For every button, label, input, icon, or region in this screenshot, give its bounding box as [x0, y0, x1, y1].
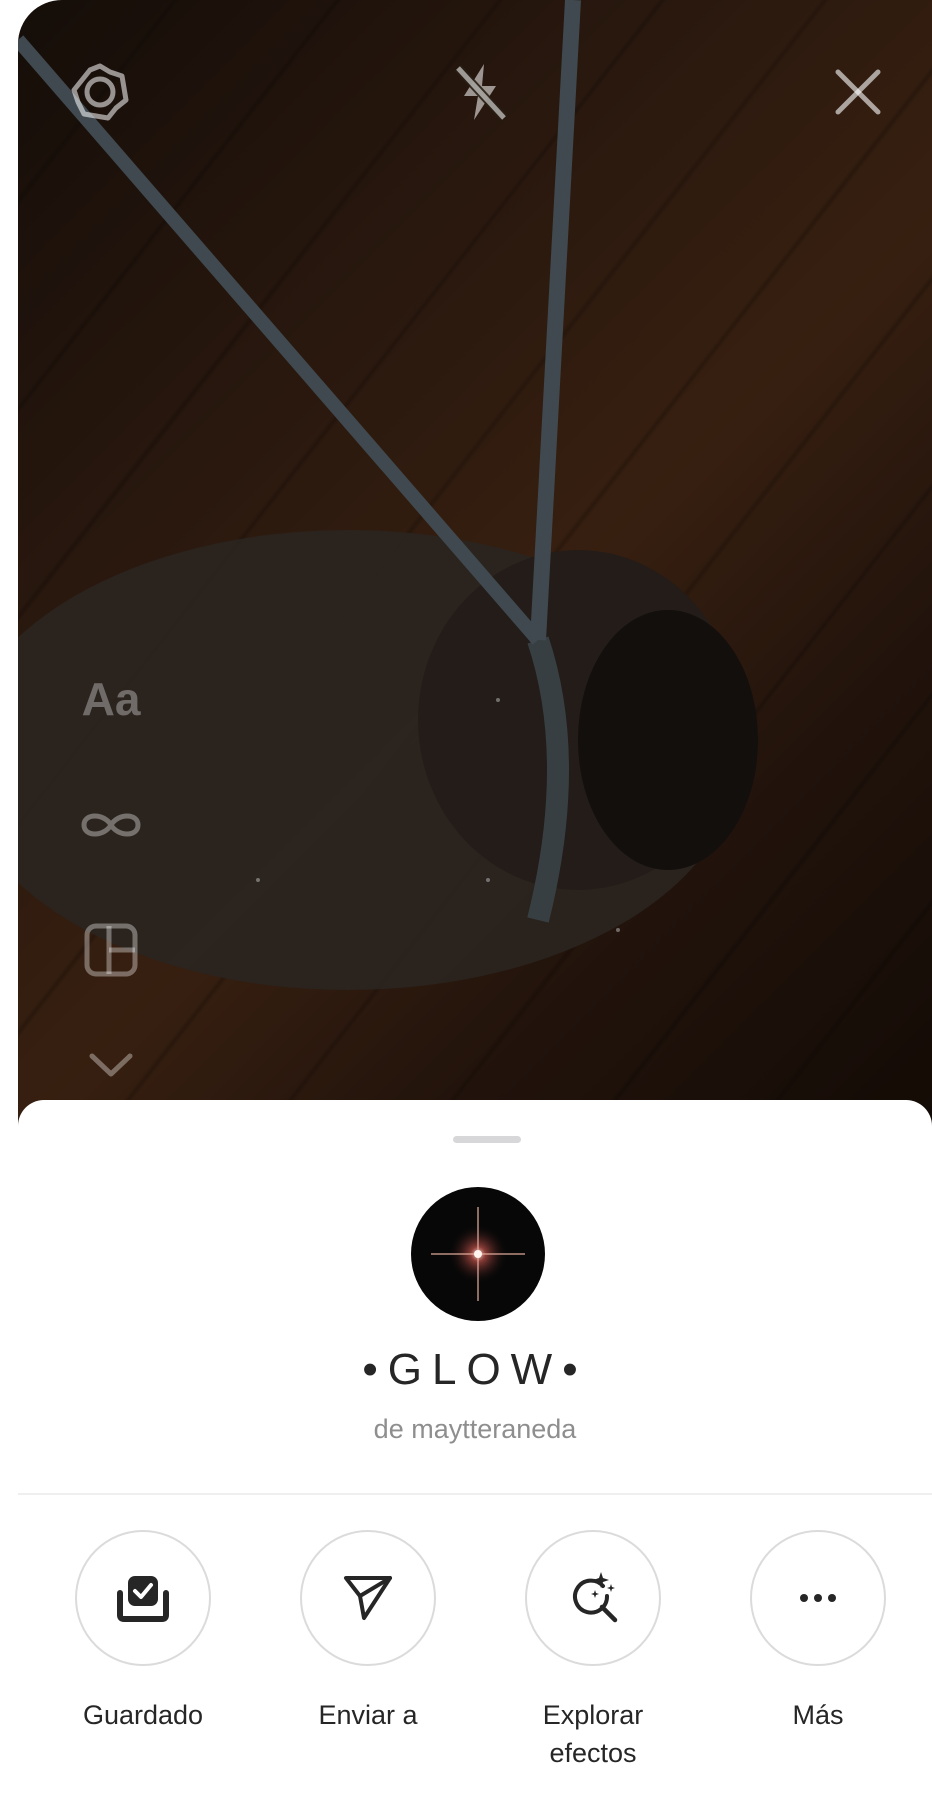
boomerang-tool-button[interactable]: [66, 790, 156, 860]
more-dots-icon: [800, 1594, 836, 1602]
text-tool-button[interactable]: Aa: [66, 664, 156, 734]
saved-button-circle: [75, 1530, 211, 1666]
settings-button[interactable]: [60, 52, 140, 132]
saved-check-icon: [117, 1576, 169, 1622]
explore-effects-icon: [573, 1572, 618, 1623]
explore-effects-button[interactable]: Explorar efectos: [503, 1530, 683, 1772]
flash-button[interactable]: [440, 52, 520, 132]
text-tool-label: Aa: [81, 673, 141, 725]
effect-author[interactable]: de maytteraneda: [18, 1414, 932, 1445]
sheet-divider: [18, 1493, 932, 1495]
layout-tool-button[interactable]: [66, 915, 156, 985]
screen: Aa •GLOW• de maytteraneda Guardado Envia…: [0, 0, 932, 1803]
effect-title: •GLOW•: [362, 1345, 588, 1394]
saved-button[interactable]: Guardado: [53, 1530, 233, 1734]
infinity-icon: [81, 813, 141, 837]
send-to-button[interactable]: Enviar a: [278, 1530, 458, 1734]
explore-effects-label: Explorar efectos: [542, 1700, 644, 1768]
saved-label: Guardado: [82, 1700, 204, 1730]
explore-effects-button-circle: [525, 1530, 661, 1666]
chevron-down-icon: [89, 1053, 133, 1077]
effect-bottom-sheet: •GLOW• de maytteraneda Guardado Enviar a…: [18, 1100, 932, 1803]
glow-star-icon: [431, 1207, 525, 1301]
gear-icon: [71, 63, 129, 121]
flash-off-icon: [454, 64, 508, 122]
more-button-circle: [750, 1530, 886, 1666]
send-to-label: Enviar a: [318, 1700, 418, 1730]
send-icon: [344, 1576, 392, 1620]
more-button[interactable]: Más: [728, 1530, 908, 1734]
effect-thumbnail: [411, 1187, 545, 1321]
sheet-grabber[interactable]: [453, 1136, 521, 1143]
camera-preview[interactable]: Aa: [18, 0, 932, 1140]
layout-grid-icon: [84, 923, 138, 977]
close-button[interactable]: [818, 52, 898, 132]
more-tools-button[interactable]: [66, 1030, 156, 1100]
more-label: Más: [792, 1700, 844, 1730]
send-to-button-circle: [300, 1530, 436, 1666]
close-icon: [835, 69, 881, 115]
